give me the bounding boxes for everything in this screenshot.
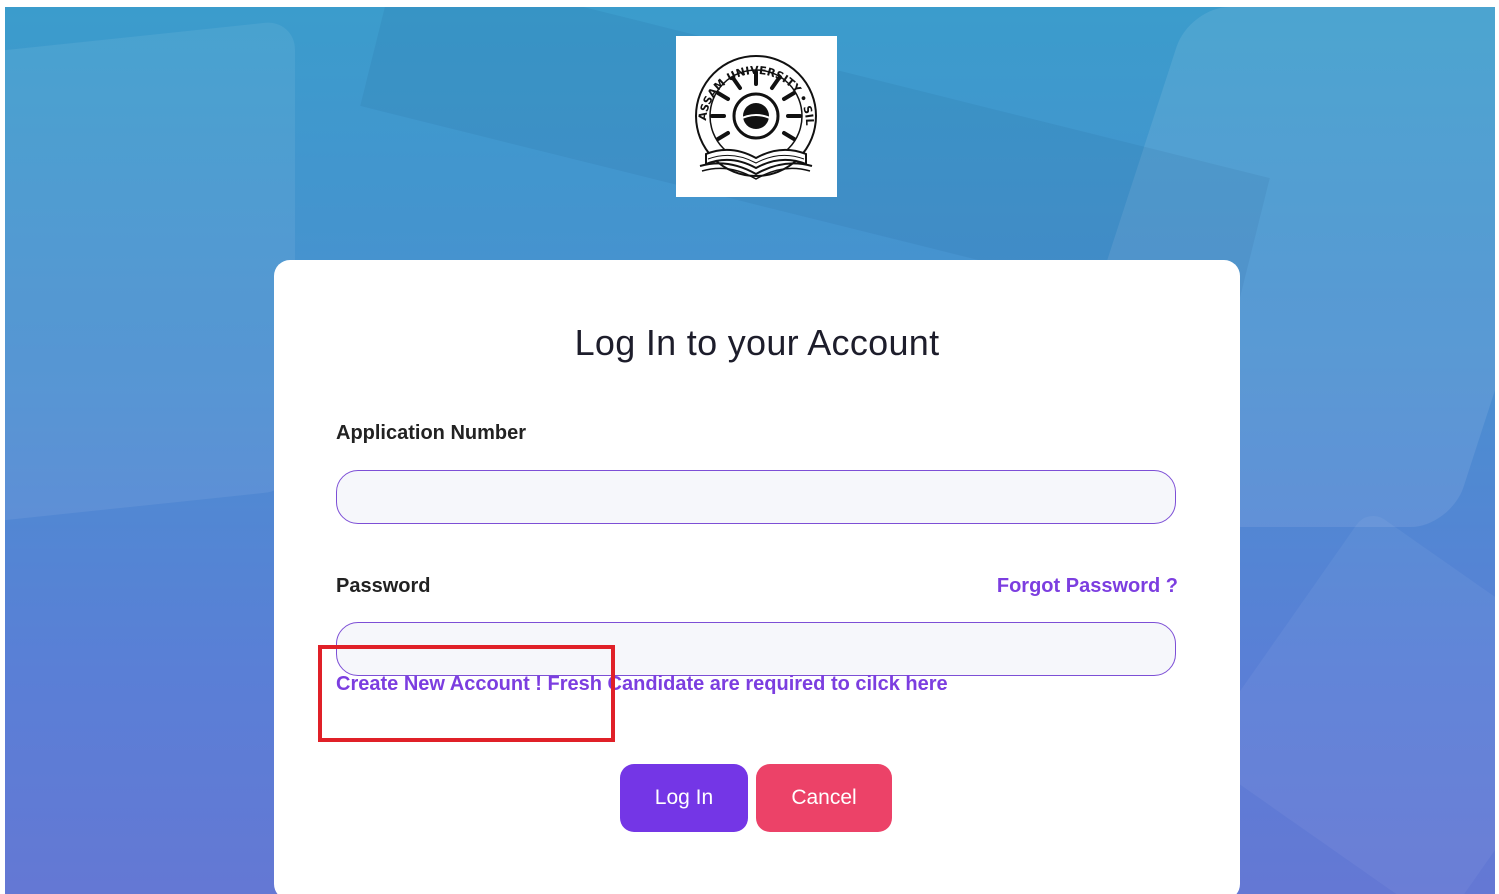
password-label: Password — [336, 575, 431, 597]
university-seal-icon: ASSAM UNIVERSITY • SILCHAR — [676, 36, 817, 180]
password-input[interactable] — [336, 622, 1176, 676]
page-title: Log In to your Account — [574, 322, 940, 363]
cancel-button[interactable]: Cancel — [756, 764, 892, 832]
forgot-password-link[interactable]: Forgot Password ? — [997, 575, 1178, 598]
create-new-account-link[interactable]: Create New Account ! Fresh Candidate are… — [336, 673, 948, 696]
login-card: Log In to your Account Application Numbe… — [274, 260, 1240, 894]
background-decoration — [5, 19, 295, 525]
login-page: ASSAM UNIVERSITY • SILCHAR Log In — [5, 7, 1495, 894]
application-number-input[interactable] — [336, 470, 1176, 524]
university-logo: ASSAM UNIVERSITY • SILCHAR — [676, 36, 837, 197]
background-decoration — [1196, 508, 1495, 894]
login-button[interactable]: Log In — [620, 764, 748, 832]
application-number-label: Application Number — [336, 422, 527, 444]
